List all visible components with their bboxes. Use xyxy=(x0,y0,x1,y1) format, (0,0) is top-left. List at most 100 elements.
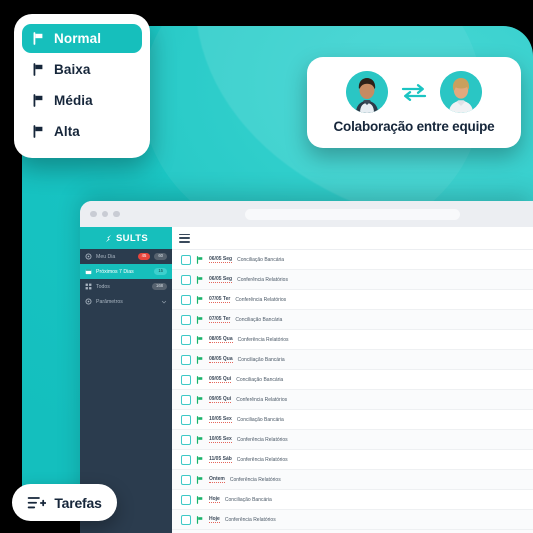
task-date: 06/05 Seg xyxy=(209,275,233,284)
task-title: Conciliação Bancária xyxy=(237,356,285,363)
sidebar-item-label: Todos xyxy=(96,283,110,290)
window-maximize-dot[interactable] xyxy=(113,210,120,218)
task-date: 07/05 Ter xyxy=(209,315,231,324)
table-row[interactable]: Hoje Conferência Relatórios xyxy=(172,510,533,530)
priority-option-label: Alta xyxy=(54,124,80,139)
brand-text: SULTS xyxy=(116,232,148,244)
table-row[interactable]: 07/05 Ter Conferência Relatórios xyxy=(172,290,533,310)
flag-icon xyxy=(196,355,203,364)
task-date: 11/05 Sáb xyxy=(209,455,232,464)
table-row[interactable]: 10/05 Sex Conferência Relatórios xyxy=(172,430,533,450)
task-checkbox[interactable] xyxy=(181,254,191,265)
task-checkbox[interactable] xyxy=(181,474,191,485)
flag-icon xyxy=(196,275,203,284)
flag-icon xyxy=(196,435,203,444)
task-checkbox[interactable] xyxy=(181,274,191,285)
tarefas-button[interactable]: Tarefas xyxy=(12,484,117,521)
avatar xyxy=(440,71,482,113)
flag-icon xyxy=(196,475,203,484)
task-title: Conferência Relatórios xyxy=(236,436,288,443)
sidebar-item-label: Parâmetros xyxy=(96,298,123,305)
flag-icon xyxy=(196,335,203,344)
brand-logo: SULTS xyxy=(80,227,172,249)
task-date: Hoje xyxy=(209,495,220,504)
sidebar-item-proximos-7-dias[interactable]: Próximos 7 Dias 15 xyxy=(80,264,172,279)
task-checkbox[interactable] xyxy=(181,414,191,425)
sults-logo-icon xyxy=(105,234,112,242)
sidebar-item-todos[interactable]: Todos 168 xyxy=(80,279,172,294)
task-title: Conciliação Bancária xyxy=(224,496,272,503)
calendar-icon xyxy=(85,269,92,275)
task-title: Conferência Relatórios xyxy=(229,476,281,483)
flag-icon xyxy=(196,515,203,524)
swap-arrows-icon xyxy=(401,84,427,101)
table-row[interactable]: Ontem Conferência Relatórios xyxy=(172,470,533,490)
task-date: 09/05 Qui xyxy=(209,375,232,384)
task-title: Conciliação Bancária xyxy=(235,316,283,323)
task-date: 07/05 Ter xyxy=(209,295,231,304)
table-row[interactable]: 09/05 Qui Conciliação Bancária xyxy=(172,370,533,390)
address-bar[interactable] xyxy=(244,208,460,220)
sidebar-badge-count: 15 xyxy=(154,268,167,275)
task-checkbox[interactable] xyxy=(181,394,191,405)
app-content: 06/05 Seg Conciliação Bancária 06/05 Seg… xyxy=(172,227,533,533)
task-title: Conferência Relatórios xyxy=(236,456,288,463)
priority-card: Normal Baixa Média Alta xyxy=(14,14,150,158)
task-checkbox[interactable] xyxy=(181,334,191,345)
task-checkbox[interactable] xyxy=(181,314,191,325)
task-checkbox[interactable] xyxy=(181,374,191,385)
sidebar-item-parametros[interactable]: Parâmetros xyxy=(80,294,172,309)
task-date: 08/05 Qua xyxy=(209,335,233,344)
sidebar-item-label: Meu Dia xyxy=(96,253,116,260)
table-row[interactable]: 06/05 Seg Conciliação Bancária xyxy=(172,250,533,270)
task-checkbox[interactable] xyxy=(181,354,191,365)
table-row[interactable]: 07/05 Ter Conciliação Bancária xyxy=(172,310,533,330)
flag-icon xyxy=(33,63,43,76)
flag-icon xyxy=(196,495,203,504)
table-row[interactable]: 09/05 Qui Conferência Relatórios xyxy=(172,390,533,410)
gear-icon xyxy=(85,253,92,260)
task-checkbox[interactable] xyxy=(181,514,191,525)
tarefas-button-label: Tarefas xyxy=(54,494,102,511)
sidebar-item-label: Próximos 7 Dias xyxy=(96,268,134,275)
table-row[interactable]: 08/05 Qua Conferência Relatórios xyxy=(172,330,533,350)
flag-icon xyxy=(33,125,43,138)
priority-option-label: Baixa xyxy=(54,62,91,77)
flag-icon xyxy=(196,255,203,264)
priority-option-baixa[interactable]: Baixa xyxy=(22,55,142,84)
flag-icon xyxy=(196,395,203,404)
task-date: 10/05 Sex xyxy=(209,435,232,444)
window-minimize-dot[interactable] xyxy=(101,210,108,218)
task-title: Conferência Relatórios xyxy=(237,276,288,283)
hamburger-menu-icon[interactable] xyxy=(179,233,190,243)
window-titlebar xyxy=(80,201,533,227)
chevron-down-icon[interactable] xyxy=(161,299,167,305)
table-row[interactable]: 10/05 Sex Conciliação Bancária xyxy=(172,410,533,430)
priority-option-alta[interactable]: Alta xyxy=(22,117,142,146)
task-checkbox[interactable] xyxy=(181,434,191,445)
priority-option-label: Normal xyxy=(54,31,102,46)
sidebar-item-meu-dia[interactable]: Meu Dia 45 60 xyxy=(80,249,172,264)
task-checkbox[interactable] xyxy=(181,294,191,305)
app-window: SULTS Meu Dia 45 60 Próximos 7 Dias 15 T… xyxy=(80,201,533,533)
flag-icon xyxy=(196,295,203,304)
task-checkbox[interactable] xyxy=(181,494,191,505)
priority-option-label: Média xyxy=(54,93,93,108)
table-row[interactable]: Hoje Conciliação Bancária xyxy=(172,490,533,510)
sidebar-badge-alert: 45 xyxy=(137,253,151,260)
priority-option-media[interactable]: Média xyxy=(22,86,142,115)
table-row[interactable]: 08/05 Qua Conciliação Bancária xyxy=(172,350,533,370)
collaboration-label: Colaboração entre equipe xyxy=(333,119,495,134)
window-close-dot[interactable] xyxy=(90,210,97,218)
flag-icon xyxy=(196,415,203,424)
table-row[interactable]: 11/05 Sáb Conferência Relatórios xyxy=(172,450,533,470)
task-checkbox[interactable] xyxy=(181,454,191,465)
task-title: Conciliação Bancária xyxy=(236,376,284,383)
task-date: 06/05 Seg xyxy=(209,255,233,264)
priority-option-normal[interactable]: Normal xyxy=(22,24,142,53)
grid-icon xyxy=(85,283,92,290)
task-title: Conferência Relatórios xyxy=(224,516,276,523)
table-row[interactable]: 06/05 Seg Conferência Relatórios xyxy=(172,270,533,290)
task-list[interactable]: 06/05 Seg Conciliação Bancária 06/05 Seg… xyxy=(172,250,533,533)
task-title: Conciliação Bancária xyxy=(236,416,284,423)
